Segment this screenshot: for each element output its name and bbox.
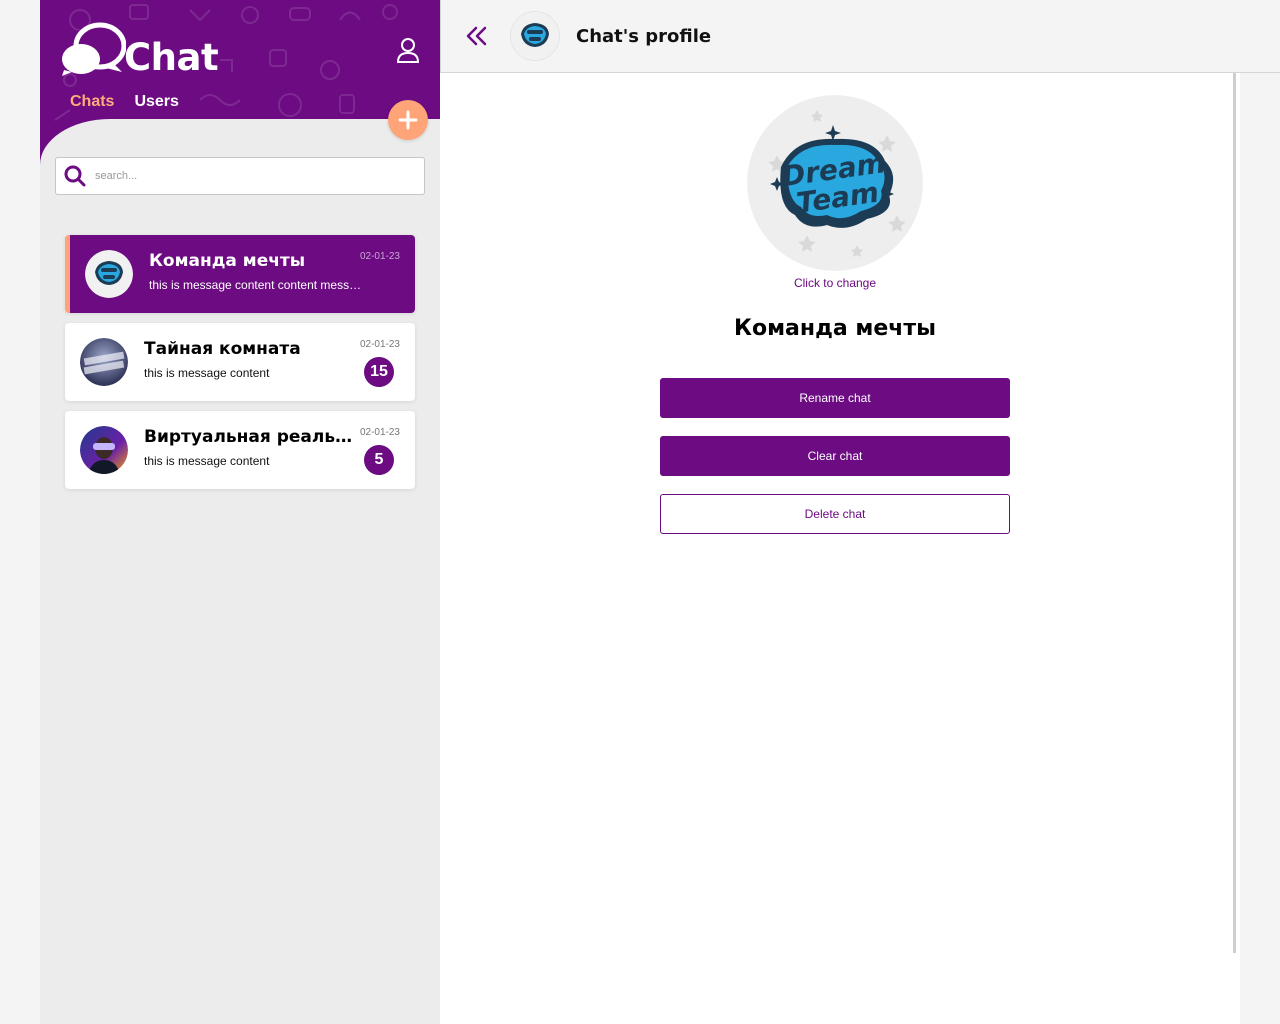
search-input[interactable] <box>95 170 395 182</box>
chat-avatar-small <box>511 12 559 60</box>
search-bar <box>55 157 425 195</box>
chat-name: Тайная комната <box>144 339 301 359</box>
app-logo: Chat <box>60 22 219 79</box>
profile-button[interactable] <box>394 36 422 66</box>
unread-badge: 15 <box>364 357 394 387</box>
double-chevron-left-icon <box>466 26 487 46</box>
top-bar: Chat's profile <box>440 0 1280 73</box>
tab-users[interactable]: Users <box>134 93 178 111</box>
chat-list-item[interactable]: Тайная комната this is message content 0… <box>65 323 415 401</box>
user-icon <box>396 38 420 63</box>
scrollbar[interactable] <box>1233 73 1236 953</box>
chat-date: 02-01-23 <box>359 339 400 350</box>
page-title: Chat's profile <box>576 26 712 47</box>
chat-avatar <box>80 338 128 386</box>
chat-profile-name: Команда мечты <box>733 316 937 341</box>
chat-avatar-large[interactable]: Dream Team <box>747 95 923 271</box>
chat-list: Команда мечты this is message content co… <box>65 235 415 499</box>
chat-profile-panel: Chat's profile Dream Team Click to chang… <box>440 0 1280 1024</box>
chat-last-message: this is message content <box>144 366 270 380</box>
chat-list-item[interactable]: Виртуальная реальность this is message c… <box>65 411 415 489</box>
chat-last-message: this is message content <box>144 454 270 468</box>
delete-chat-button[interactable]: Delete chat <box>660 494 1010 534</box>
clear-chat-button[interactable]: Clear chat <box>660 436 1010 476</box>
chat-avatar <box>85 250 133 298</box>
plus-icon <box>398 110 418 130</box>
chat-name: Команда мечты <box>149 251 306 271</box>
chat-avatar <box>80 426 128 474</box>
unread-badge: 5 <box>364 445 394 475</box>
rename-chat-button[interactable]: Rename chat <box>660 378 1010 418</box>
chat-last-message: this is message content content messa... <box>149 278 364 292</box>
chat-date: 02-01-23 <box>359 251 400 262</box>
chat-date: 02-01-23 <box>359 427 400 438</box>
chat-bubbles-icon <box>62 22 126 76</box>
search-icon <box>64 165 86 187</box>
app-logo-text: Chat <box>124 36 219 79</box>
sidebar-tabs: Chats Users <box>70 93 179 111</box>
sidebar: Chat Chats Users search... Команда мечты… <box>40 0 440 1024</box>
change-avatar-link[interactable]: Click to change <box>440 276 1230 290</box>
add-chat-button[interactable] <box>388 100 428 140</box>
tab-chats[interactable]: Chats <box>70 93 114 111</box>
back-button[interactable] <box>465 24 489 48</box>
chat-name: Виртуальная реальность <box>144 427 359 447</box>
chat-list-item[interactable]: Команда мечты this is message content co… <box>65 235 415 313</box>
